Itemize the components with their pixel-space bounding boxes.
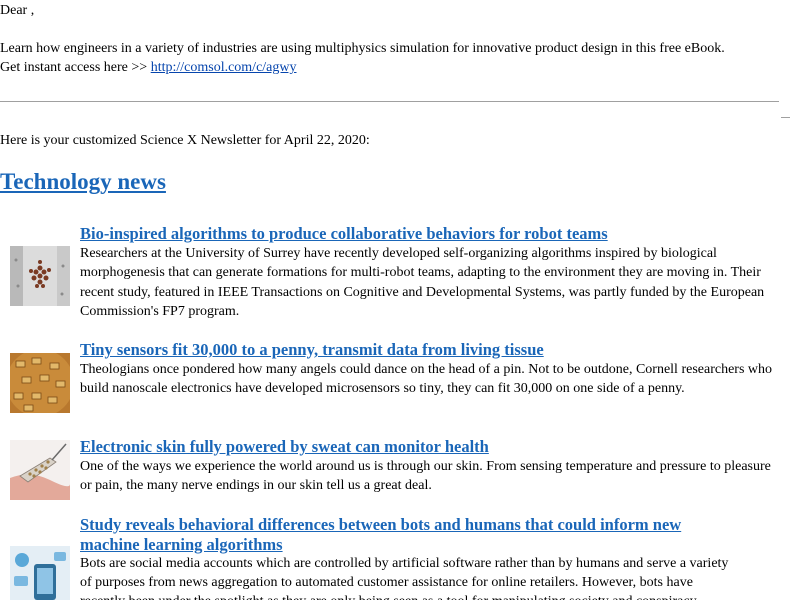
article-summary: of purposes from news aggregation to aut… (80, 575, 693, 590)
article-title[interactable]: Study reveals behavioral differences bet… (80, 515, 681, 535)
section-title-technology-news[interactable]: Technology news (0, 168, 166, 196)
article-title[interactable]: Tiny sensors fit 30,000 to a penny, tran… (80, 340, 544, 360)
social-media-bots-image[interactable] (10, 546, 70, 600)
microsensors-on-penny-image[interactable] (10, 353, 70, 413)
divider-tick (781, 117, 790, 118)
electronic-skin-image[interactable] (10, 440, 70, 500)
greeting: Dear , (0, 3, 35, 18)
article-summary: One of the ways we experience the world … (80, 459, 771, 494)
divider (0, 101, 779, 102)
article-title-continued[interactable]: machine learning algorithms (80, 535, 283, 555)
promo-access-prefix: Get instant access here >> (0, 60, 151, 75)
article-summary: recently been under the spotlight as the… (80, 592, 697, 600)
article-summary: Bots are social media accounts which are… (80, 556, 729, 571)
article-summary: Theologians once pondered how many angel… (80, 362, 773, 397)
newsletter-intro: Here is your customized Science X Newsle… (0, 133, 370, 148)
article-title[interactable]: Bio-inspired algorithms to produce colla… (80, 224, 608, 244)
article-summary: Researchers at the University of Surrey … (80, 246, 765, 319)
promo-text: Learn how engineers in a variety of indu… (0, 41, 725, 56)
promo-access-line: Get instant access here >> http://comsol… (0, 58, 297, 77)
article-title[interactable]: Electronic skin fully powered by sweat c… (80, 437, 489, 457)
newsletter-page: Dear , Learn how engineers in a variety … (0, 0, 800, 600)
promo-link[interactable]: http://comsol.com/c/agwy (151, 60, 297, 75)
robot-swarm-image[interactable] (10, 246, 70, 306)
